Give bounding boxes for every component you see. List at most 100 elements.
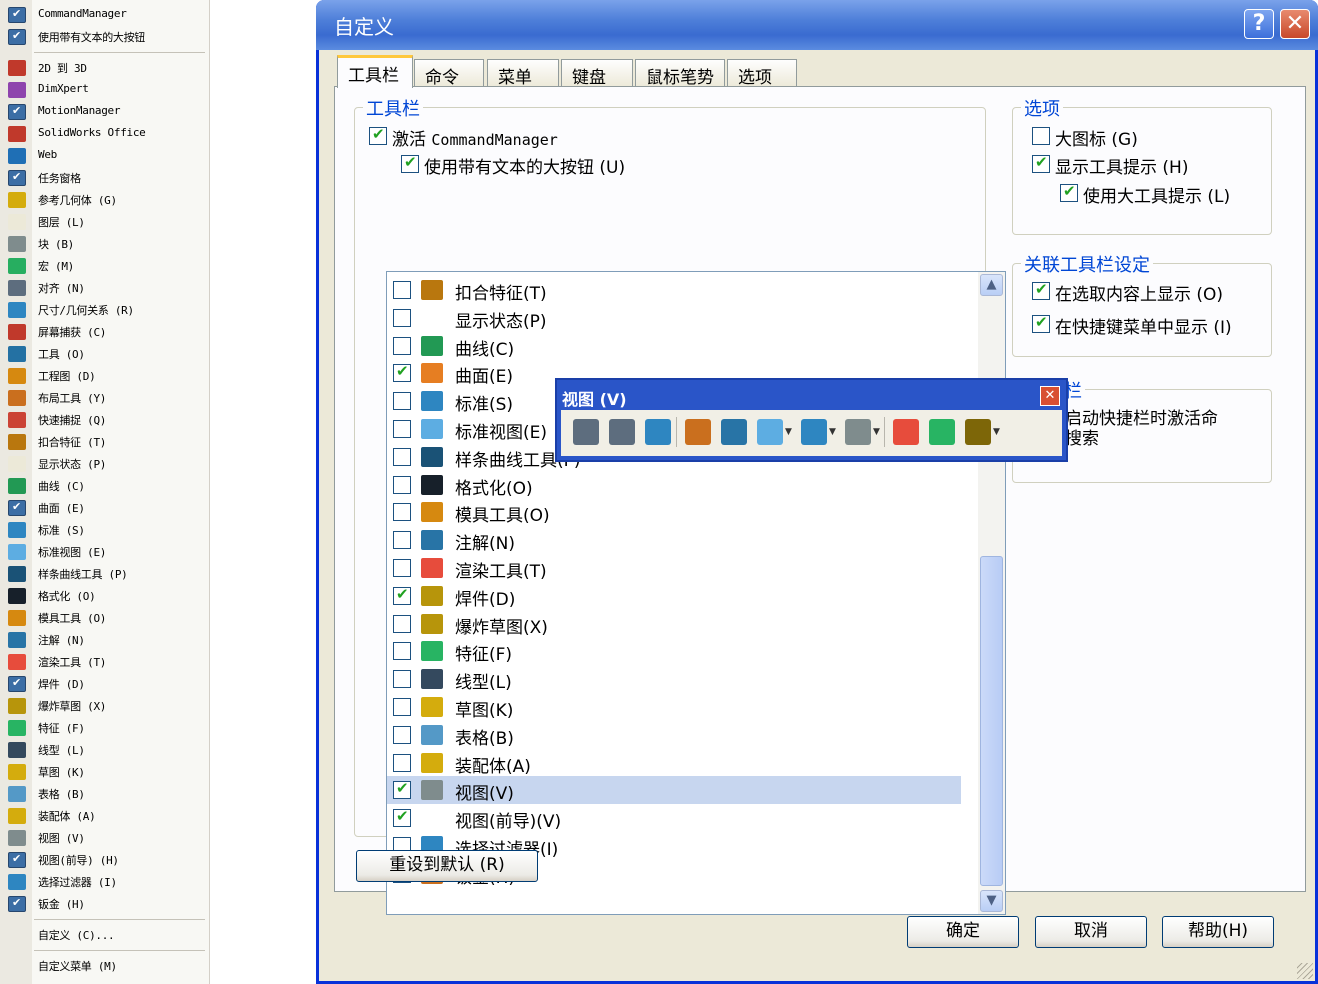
list-scrollbar[interactable]: ▲ ▼: [978, 272, 1005, 914]
menu-item[interactable]: 快速捕捉 (Q): [0, 409, 210, 431]
menu-item[interactable]: 曲面 (E): [0, 497, 210, 519]
toolbar-row-checkbox[interactable]: [393, 670, 411, 689]
dialog-titlebar[interactable]: 自定义 ? ✕: [316, 0, 1318, 50]
toolbar-list-row[interactable]: 扣合特征(T): [387, 276, 961, 304]
toolbar-row-checkbox[interactable]: [393, 336, 411, 355]
view-orientation-icon[interactable]: [721, 419, 747, 445]
menu-item[interactable]: 曲线 (C): [0, 475, 210, 497]
menu-item[interactable]: 布局工具 (Y): [0, 387, 210, 409]
menu-item[interactable]: 渲染工具 (T): [0, 651, 210, 673]
menu-item[interactable]: 尺寸/几何关系 (R): [0, 299, 210, 321]
menu-item[interactable]: Web: [0, 145, 210, 167]
toolbar-row-checkbox[interactable]: [393, 281, 411, 299]
menu-item[interactable]: 格式化 (O): [0, 585, 210, 607]
toolbar-list-row[interactable]: 视图(前导)(V): [387, 804, 961, 832]
zoom-to-area-icon[interactable]: [609, 419, 635, 445]
menu-item[interactable]: 表格 (B): [0, 783, 210, 805]
resize-grip[interactable]: [1297, 963, 1313, 979]
toolbar-list-row[interactable]: 草图(K): [387, 693, 961, 721]
tab-mouse-gestures[interactable]: 鼠标笔势: [635, 59, 725, 88]
reset-to-default-button[interactable]: 重设到默认 (R): [356, 850, 538, 882]
menu-item[interactable]: 选择过滤器 (I): [0, 871, 210, 893]
toolbar-row-checkbox[interactable]: [393, 807, 411, 828]
toolbar-row-checkbox[interactable]: [393, 725, 411, 744]
toolbar-row-checkbox[interactable]: [393, 362, 411, 383]
scroll-down-icon[interactable]: ▼: [980, 890, 1003, 912]
toolbar-list-row[interactable]: 表格(B): [387, 721, 961, 749]
tab-toolbars[interactable]: 工具栏: [337, 55, 413, 88]
menu-item[interactable]: 样条曲线工具 (P): [0, 563, 210, 585]
previous-view-icon[interactable]: [645, 419, 671, 445]
menu-item[interactable]: 特征 (F): [0, 717, 210, 739]
close-icon[interactable]: ✕: [1280, 9, 1310, 39]
toolbar-row-checkbox[interactable]: [393, 503, 411, 522]
menu-item[interactable]: 视图 (V): [0, 827, 210, 849]
standard-views-icon[interactable]: [757, 419, 783, 445]
dropdown-arrow-icon[interactable]: ▼: [993, 427, 1000, 437]
help-button[interactable]: 帮助(H): [1162, 916, 1274, 948]
toolbar-row-checkbox[interactable]: [393, 447, 411, 466]
menu-item[interactable]: 宏 (M): [0, 255, 210, 277]
toolbar-row-checkbox[interactable]: [393, 642, 411, 661]
menu-item[interactable]: 钣金 (H): [0, 893, 210, 915]
menu-item[interactable]: 参考几何体 (G): [0, 189, 210, 211]
menu-item[interactable]: 注解 (N): [0, 629, 210, 651]
toolbar-row-checkbox[interactable]: [393, 559, 411, 577]
menu-item[interactable]: 标准视图 (E): [0, 541, 210, 563]
toolbar-row-checkbox[interactable]: [393, 753, 411, 772]
menu-item[interactable]: SolidWorks Office: [0, 123, 210, 145]
toolbar-list-row[interactable]: 格式化(O): [387, 471, 961, 499]
toolbar-list-row[interactable]: 焊件(D): [387, 582, 961, 610]
menu-item[interactable]: 屏幕捕获 (C): [0, 321, 210, 343]
menu-item[interactable]: 2D 到 3D: [0, 57, 210, 79]
toolbar-list-row[interactable]: 特征(F): [387, 637, 961, 665]
menu-item[interactable]: 显示状态 (P): [0, 453, 210, 475]
dropdown-arrow-icon[interactable]: ▼: [873, 427, 880, 437]
activate-commandmanager-checkbox[interactable]: [369, 125, 387, 145]
large-buttons-checkbox[interactable]: [401, 153, 419, 173]
toolbar-row-checkbox[interactable]: [393, 585, 411, 605]
zoom-to-fit-icon[interactable]: [573, 419, 599, 445]
edit-appearance-icon[interactable]: [893, 419, 919, 445]
cancel-button[interactable]: 取消: [1035, 916, 1147, 948]
menu-item[interactable]: 模具工具 (O): [0, 607, 210, 629]
menu-item[interactable]: 自定义菜单 (M): [0, 955, 210, 977]
toolbar-list-row[interactable]: 模具工具(O): [387, 498, 961, 526]
show-in-shortcut-checkbox[interactable]: [1032, 313, 1050, 333]
ok-button[interactable]: 确定: [907, 916, 1019, 948]
toolbar-row-checkbox[interactable]: [393, 531, 411, 550]
dropdown-arrow-icon[interactable]: ▼: [829, 427, 836, 437]
tab-keyboard[interactable]: 键盘: [561, 59, 633, 88]
menu-item[interactable]: 扣合特征 (T): [0, 431, 210, 453]
tab-options[interactable]: 选项: [727, 59, 797, 88]
menu-item[interactable]: 草图 (K): [0, 761, 210, 783]
menu-item[interactable]: 工程图 (D): [0, 365, 210, 387]
toolbar-row-checkbox[interactable]: [393, 698, 411, 716]
toolbar-list-row[interactable]: 曲线(C): [387, 332, 961, 360]
menu-item[interactable]: 线型 (L): [0, 739, 210, 761]
menu-item[interactable]: MotionManager: [0, 101, 210, 123]
section-view-icon[interactable]: [685, 419, 711, 445]
apply-scene-icon[interactable]: [929, 419, 955, 445]
show-tooltips-checkbox[interactable]: [1032, 153, 1050, 173]
scroll-up-icon[interactable]: ▲: [980, 274, 1003, 296]
tab-commands[interactable]: 命令: [414, 59, 484, 88]
show-on-selection-checkbox[interactable]: [1032, 280, 1050, 300]
toolbar-list-row[interactable]: 爆炸草图(X): [387, 610, 961, 638]
large-icons-checkbox[interactable]: [1032, 127, 1050, 145]
toolbar-list-row[interactable]: 注解(N): [387, 526, 961, 554]
toolbar-row-checkbox[interactable]: [393, 779, 411, 800]
menu-item[interactable]: 任务窗格: [0, 167, 210, 189]
menu-item[interactable]: 块 (B): [0, 233, 210, 255]
menu-item[interactable]: 自定义 (C)...: [0, 924, 210, 946]
toolbar-row-checkbox[interactable]: [393, 420, 411, 438]
menu-item[interactable]: 使用带有文本的大按钮: [0, 26, 210, 48]
large-tooltips-checkbox[interactable]: [1060, 182, 1078, 202]
toolbar-row-checkbox[interactable]: [393, 614, 411, 633]
menu-item[interactable]: 爆炸草图 (X): [0, 695, 210, 717]
menu-item[interactable]: 工具 (O): [0, 343, 210, 365]
toolbar-list-row[interactable]: 显示状态(P): [387, 304, 961, 332]
floating-view-toolbar[interactable]: 视图 (V) ✕ ▼ ▼ ▼ ▼: [555, 378, 1068, 462]
menu-item[interactable]: CommandManager: [0, 4, 210, 26]
display-style-icon[interactable]: [801, 419, 827, 445]
